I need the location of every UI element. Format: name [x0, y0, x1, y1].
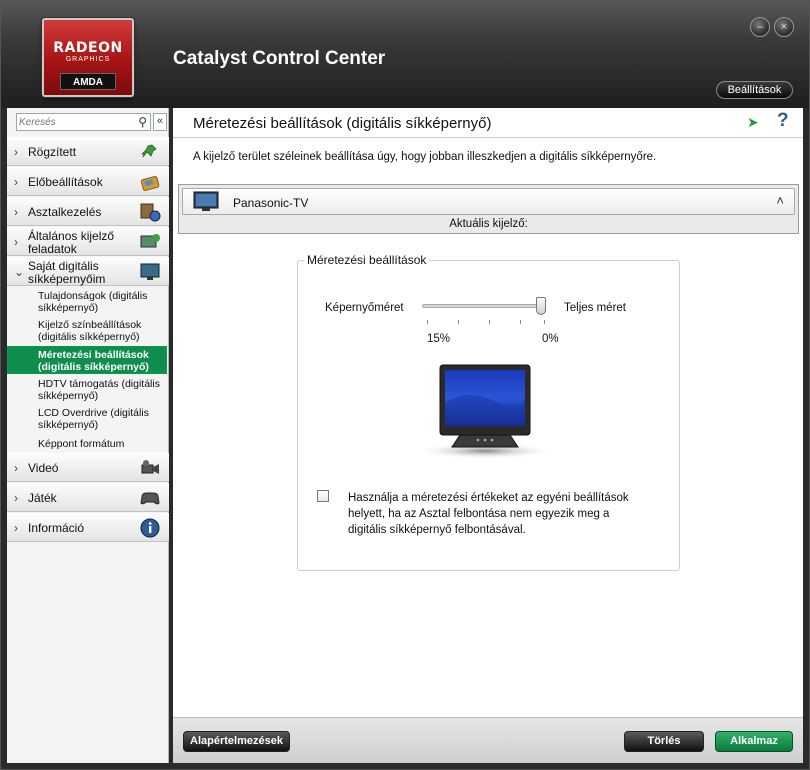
- sidebar-item-label: Általános kijelző feladatok: [28, 229, 115, 256]
- apply-button[interactable]: Alkalmaz: [715, 731, 793, 752]
- radeon-logo: RADEON GRAPHICS AMDA: [42, 18, 134, 97]
- sub-item-label: Méretezési beállítások (digitális síkkép…: [38, 349, 149, 373]
- slider-max-label: 0%: [542, 333, 559, 345]
- use-scaling-checkbox-label: Használja a méretezési értékeket az egyé…: [348, 492, 629, 536]
- presets-icon: [140, 176, 160, 191]
- flat-panel-icon: [140, 263, 160, 280]
- sub-item-hdtv-support[interactable]: HDTV támogatás (digitális síkképernyő): [38, 378, 166, 402]
- bottom-action-bar: Alapértelmezések Törlés Alkalmaz: [173, 717, 803, 763]
- slider-tick: [489, 320, 490, 324]
- chevron-right-icon: ›: [14, 521, 18, 535]
- sidebar-item-label: Saját digitális síkképernyőim: [28, 259, 106, 286]
- chevron-right-icon: ›: [14, 491, 18, 505]
- slider-tick: [520, 320, 521, 324]
- logo-text-graphics: GRAPHICS: [65, 56, 111, 63]
- display-selector: Panasonic-TV ˄ Aktuális kijelző:: [178, 184, 799, 234]
- sidebar-item-label: Asztalkezelés: [28, 205, 102, 219]
- scaling-slider-thumb[interactable]: [536, 297, 546, 315]
- slider-tick: [458, 320, 459, 324]
- sidebar-item-information[interactable]: › Információ: [7, 513, 169, 542]
- group-title: Méretezési beállítások: [304, 253, 430, 267]
- chevron-right-icon: ›: [14, 145, 18, 159]
- video-camera-icon: [141, 460, 159, 474]
- app-window: RADEON GRAPHICS AMDA Catalyst Control Ce…: [0, 0, 810, 770]
- app-header: RADEON GRAPHICS AMDA Catalyst Control Ce…: [1, 1, 809, 108]
- sidebar-item-video[interactable]: › Videó: [7, 453, 169, 482]
- slider-left-label: Képernyőméret: [325, 302, 404, 314]
- app-title: Catalyst Control Center: [173, 48, 386, 69]
- slider-right-label: Teljes méret: [564, 302, 626, 314]
- display-tasks-icon: [140, 234, 160, 248]
- defaults-button[interactable]: Alapértelmezések: [183, 731, 290, 752]
- sidebar-item-gaming[interactable]: › Játék: [7, 483, 169, 512]
- search-icon[interactable]: ⚲: [138, 115, 147, 129]
- display-dropdown[interactable]: Panasonic-TV ˄: [182, 188, 795, 215]
- sidebar-item-desktop-management[interactable]: › Asztalkezelés: [7, 197, 169, 226]
- tv-icon: [193, 191, 219, 211]
- chevron-up-icon[interactable]: ˄: [776, 193, 784, 208]
- page-title-bar: Méretezési beállítások (digitális síkkép…: [173, 108, 803, 138]
- slider-tick: [427, 320, 428, 324]
- sidebar-item-label: Előbeállítások: [28, 175, 103, 189]
- slider-tick: [544, 320, 545, 324]
- page-title: Méretezési beállítások (digitális síkkép…: [193, 115, 492, 132]
- display-name: Panasonic-TV: [233, 196, 309, 210]
- chevron-right-icon: ›: [14, 205, 18, 219]
- chevron-right-icon: ›: [14, 175, 18, 189]
- pin-page-icon[interactable]: ➤: [747, 114, 759, 131]
- collapse-sidebar-button[interactable]: «: [153, 113, 167, 131]
- use-scaling-checkbox[interactable]: [317, 490, 329, 502]
- slider-min-label: 15%: [427, 333, 451, 345]
- sidebar: ⚲ « › Rögzített › Előbeállítások › Aszta…: [7, 108, 169, 763]
- info-icon: [140, 518, 160, 538]
- sidebar-item-label: Játék: [28, 491, 57, 505]
- window-frame-bottom: [1, 763, 809, 769]
- sidebar-item-label: Információ: [28, 521, 85, 535]
- sub-item-properties[interactable]: Tulajdonságok (digitális síkképernyő): [38, 290, 166, 314]
- sub-item-pixel-format[interactable]: Képpont formátum: [38, 438, 166, 450]
- cancel-button[interactable]: Törlés: [624, 731, 704, 752]
- logo-text-radeon: RADEON: [53, 40, 123, 56]
- logo-text-amd: AMDA: [60, 73, 116, 90]
- sidebar-item-label: Rögzített: [28, 145, 77, 159]
- chevron-right-icon: ›: [14, 235, 18, 249]
- page-description: A kijelző terület széleinek beállítása ú…: [193, 151, 657, 163]
- pin-icon: [141, 144, 157, 158]
- minimize-button[interactable]: –: [750, 17, 770, 37]
- sidebar-item-pinned[interactable]: › Rögzített: [7, 137, 169, 166]
- chevron-down-icon: ⌄: [14, 265, 25, 279]
- search-input[interactable]: [19, 115, 129, 129]
- monitor-preview-icon: [415, 364, 555, 459]
- help-icon[interactable]: ?: [777, 110, 789, 132]
- sub-item-lcd-overdrive[interactable]: LCD Overdrive (digitális síkképernyő): [38, 407, 166, 431]
- settings-button[interactable]: Beállítások: [716, 81, 793, 99]
- scaling-slider-track[interactable]: [422, 304, 546, 308]
- sidebar-item-display-tasks[interactable]: › Általános kijelző feladatok: [7, 227, 169, 256]
- current-display-label: Aktuális kijelző:: [449, 218, 528, 230]
- main-panel: Méretezési beállítások (digitális síkkép…: [173, 108, 803, 717]
- sub-item-color-settings[interactable]: Kijelző színbeállítások (digitális síkké…: [38, 319, 166, 343]
- chevron-right-icon: ›: [14, 461, 18, 475]
- sidebar-item-presets[interactable]: › Előbeállítások: [7, 167, 169, 196]
- sidebar-item-flat-panels[interactable]: ⌄ Saját digitális síkképernyőim: [7, 257, 169, 286]
- sub-item-scaling-options-active[interactable]: Méretezési beállítások (digitális síkkép…: [7, 346, 167, 374]
- sidebar-item-label: Videó: [28, 461, 59, 475]
- gamepad-icon: [140, 492, 160, 505]
- desktop-management-icon: [140, 203, 161, 222]
- search-box[interactable]: ⚲: [16, 113, 151, 131]
- close-button[interactable]: ×: [774, 17, 794, 37]
- scaling-options-group: Méretezési beállítások Képernyőméret Tel…: [297, 253, 680, 571]
